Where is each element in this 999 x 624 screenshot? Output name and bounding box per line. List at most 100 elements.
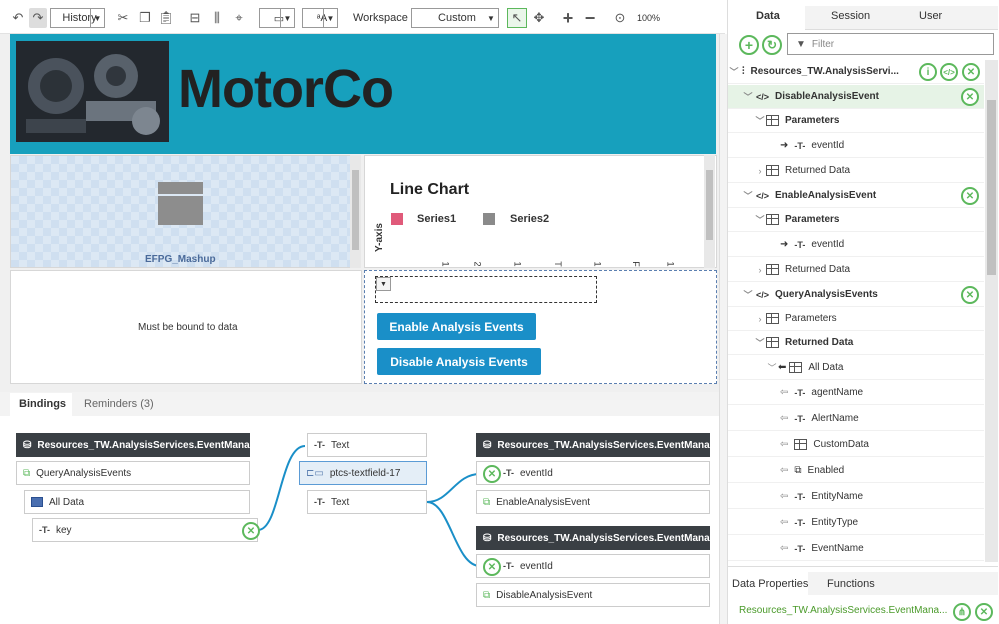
tree-service[interactable]: ﹀ </> EnableAnalysisEvent (728, 184, 984, 208)
zoom-in-icon[interactable]: + (560, 8, 576, 28)
source-key-node[interactable]: -T- key (32, 518, 258, 542)
tree-field[interactable]: ⇦ -T- EntityName (728, 485, 984, 509)
remove-icon[interactable]: ✕ (961, 88, 979, 106)
chevron-right-icon: › (758, 313, 762, 324)
target1-param-node[interactable]: -T- eventId (476, 461, 710, 485)
target1-service-node[interactable]: ⧉ EnableAnalysisEvent (476, 490, 710, 514)
source-alldata-node[interactable]: All Data (24, 490, 250, 514)
engine-image (16, 41, 169, 142)
info-icon[interactable]: i (919, 63, 937, 81)
tree-parameters[interactable]: ﹀ Parameters (728, 109, 984, 133)
target2-param-node[interactable]: -T- eventId (476, 554, 710, 578)
history-select[interactable]: History ▼ (50, 8, 105, 28)
remove-binding-icon[interactable]: ✕ (242, 522, 260, 540)
enable-analysis-button[interactable]: Enable Analysis Events (377, 313, 536, 340)
zoom-out-icon[interactable]: − (582, 8, 598, 28)
target-entity-header[interactable]: ⛁ Resources_TW.AnalysisServices.EventMan… (476, 433, 739, 457)
service-code-icon: </> (756, 91, 770, 102)
close-icon[interactable]: ✕ (962, 63, 980, 81)
arrow-right-icon: ➜ (780, 239, 789, 250)
scrollbar[interactable] (350, 155, 361, 268)
table-icon (794, 439, 808, 450)
tree-service[interactable]: ﹀ </> DisableAnalysisEvent (728, 85, 984, 109)
remove-icon[interactable]: ✕ (961, 286, 979, 304)
refresh-icon[interactable]: ↻ (762, 35, 782, 55)
widget-name-label: ptcs-textfield-17 (329, 467, 401, 479)
line-chart-widget[interactable] (364, 155, 717, 268)
string-type-icon: -T- (314, 497, 325, 507)
code-icon[interactable]: </> (940, 63, 958, 81)
remove-binding-icon[interactable]: ✕ (483, 558, 501, 576)
legend-series1: Series1 (417, 213, 457, 225)
layout-select[interactable]: ▭ ▼ (259, 8, 295, 28)
tree-param-item[interactable]: ➜ -T- eventId (728, 134, 984, 158)
zoom-level: 100% (637, 13, 661, 23)
tab-user[interactable]: User (919, 10, 942, 22)
widget-textfield-node[interactable]: ⊏▭ ptcs-textfield-17 (299, 461, 427, 485)
add-icon[interactable]: + (739, 35, 759, 55)
boolean-type-icon: ⧉ (794, 465, 802, 476)
pan-icon[interactable]: ✥ (531, 8, 547, 28)
tab-session[interactable]: Session (831, 10, 870, 22)
tree-returned-data[interactable]: › Returned Data (728, 258, 984, 282)
tab-functions[interactable]: Functions (827, 578, 875, 590)
target2-header-label: Resources_TW.AnalysisServices.EventManag… (497, 532, 739, 544)
tree-field[interactable]: ⇦ -T- EntityType (728, 511, 984, 535)
remove-icon[interactable]: ✕ (961, 187, 979, 205)
x-tick: 1 (440, 261, 451, 267)
tree-param-item[interactable]: ➜ -T- eventId (728, 233, 984, 257)
disable-analysis-button[interactable]: Disable Analysis Events (377, 348, 541, 375)
widget-text-node[interactable]: -T- Text (307, 490, 427, 514)
source-entity-header[interactable]: ⛁ Resources_TW.AnalysisServices.EventMan… (16, 433, 279, 457)
chevron-down-icon: ﹀ (755, 338, 765, 348)
scrollbar[interactable] (704, 155, 715, 268)
select-pointer-icon[interactable]: ↖ (507, 8, 527, 28)
tree-field[interactable]: ⇦ -T- AlertName (728, 407, 984, 431)
tab-reminders[interactable]: Reminders (3) (84, 398, 154, 410)
tree-field[interactable]: ⇦ ⧉ Enabled (728, 459, 984, 483)
remove-binding-icon[interactable]: ✕ (483, 465, 501, 483)
align-horizontal-icon[interactable]: ⊟ (187, 8, 203, 28)
copy-icon[interactable]: ❐ (137, 8, 153, 28)
tree-field[interactable]: ⇦ CustomData (728, 433, 984, 457)
widget-text-node[interactable]: -T- Text (307, 433, 427, 457)
tree-all-data[interactable]: ﹀ ⬅ All Data (728, 356, 984, 380)
panel-splitter[interactable] (719, 34, 727, 624)
undo-icon[interactable]: ↶ (10, 8, 26, 28)
arrow-left-icon: ⇦ (780, 439, 789, 450)
tree-returned-data[interactable]: › Returned Data (728, 159, 984, 183)
target1-header-label: Resources_TW.AnalysisServices.EventManag… (497, 439, 739, 451)
workspace-label: Workspace (353, 12, 408, 24)
tree-parameters[interactable]: ﹀ Parameters (728, 208, 984, 232)
close-icon[interactable]: ✕ (975, 603, 993, 621)
textfield-widget[interactable] (375, 276, 597, 303)
x-tick: 1 (665, 261, 676, 267)
x-tick: F (630, 261, 641, 267)
selected-entity-link[interactable]: Resources_TW.AnalysisServices.EventMana.… (739, 605, 947, 616)
tree-service[interactable]: ﹀ </> QueryAnalysisEvents (728, 283, 984, 307)
tree-field[interactable]: ⇦ -T- EventName (728, 537, 984, 561)
source-service-node[interactable]: ⧉ QueryAnalysisEvents (16, 461, 250, 485)
workspace-select[interactable]: Custom ▼ (411, 8, 499, 28)
chevron-down-icon: ﹀ (755, 215, 765, 225)
target2-service-node[interactable]: ⧉ DisableAnalysisEvent (476, 583, 710, 607)
bound-message: Must be bound to data (138, 322, 238, 333)
filter-input[interactable]: ▼ Filter (787, 33, 994, 55)
tree-field[interactable]: ⇦ -T- agentName (728, 381, 984, 405)
scrollbar[interactable] (985, 60, 998, 562)
align-vertical-icon[interactable]: ⫼ (209, 8, 225, 28)
tree-returned-data[interactable]: ﹀ Returned Data (728, 331, 984, 355)
chevron-down-icon[interactable]: ▼ (376, 277, 391, 291)
placeholder-label: EFPG_Mashup (145, 254, 216, 265)
center-icon[interactable]: ⌖ (231, 8, 247, 28)
paste-icon[interactable]: 📋︎ (158, 8, 175, 28)
cut-icon[interactable]: ✂ (115, 8, 131, 28)
share-icon[interactable]: ⋔ (953, 603, 971, 621)
font-select[interactable]: ᵃA ▼ (302, 8, 338, 28)
target1-param-label: eventId (520, 467, 553, 479)
zoom-fit-icon[interactable]: ⊙ (612, 8, 628, 28)
target-entity-header[interactable]: ⛁ Resources_TW.AnalysisServices.EventMan… (476, 526, 739, 550)
tree-parameters[interactable]: › Parameters (728, 307, 984, 331)
string-type-icon: -T- (794, 543, 806, 554)
redo-icon[interactable]: ↷ (29, 8, 47, 28)
